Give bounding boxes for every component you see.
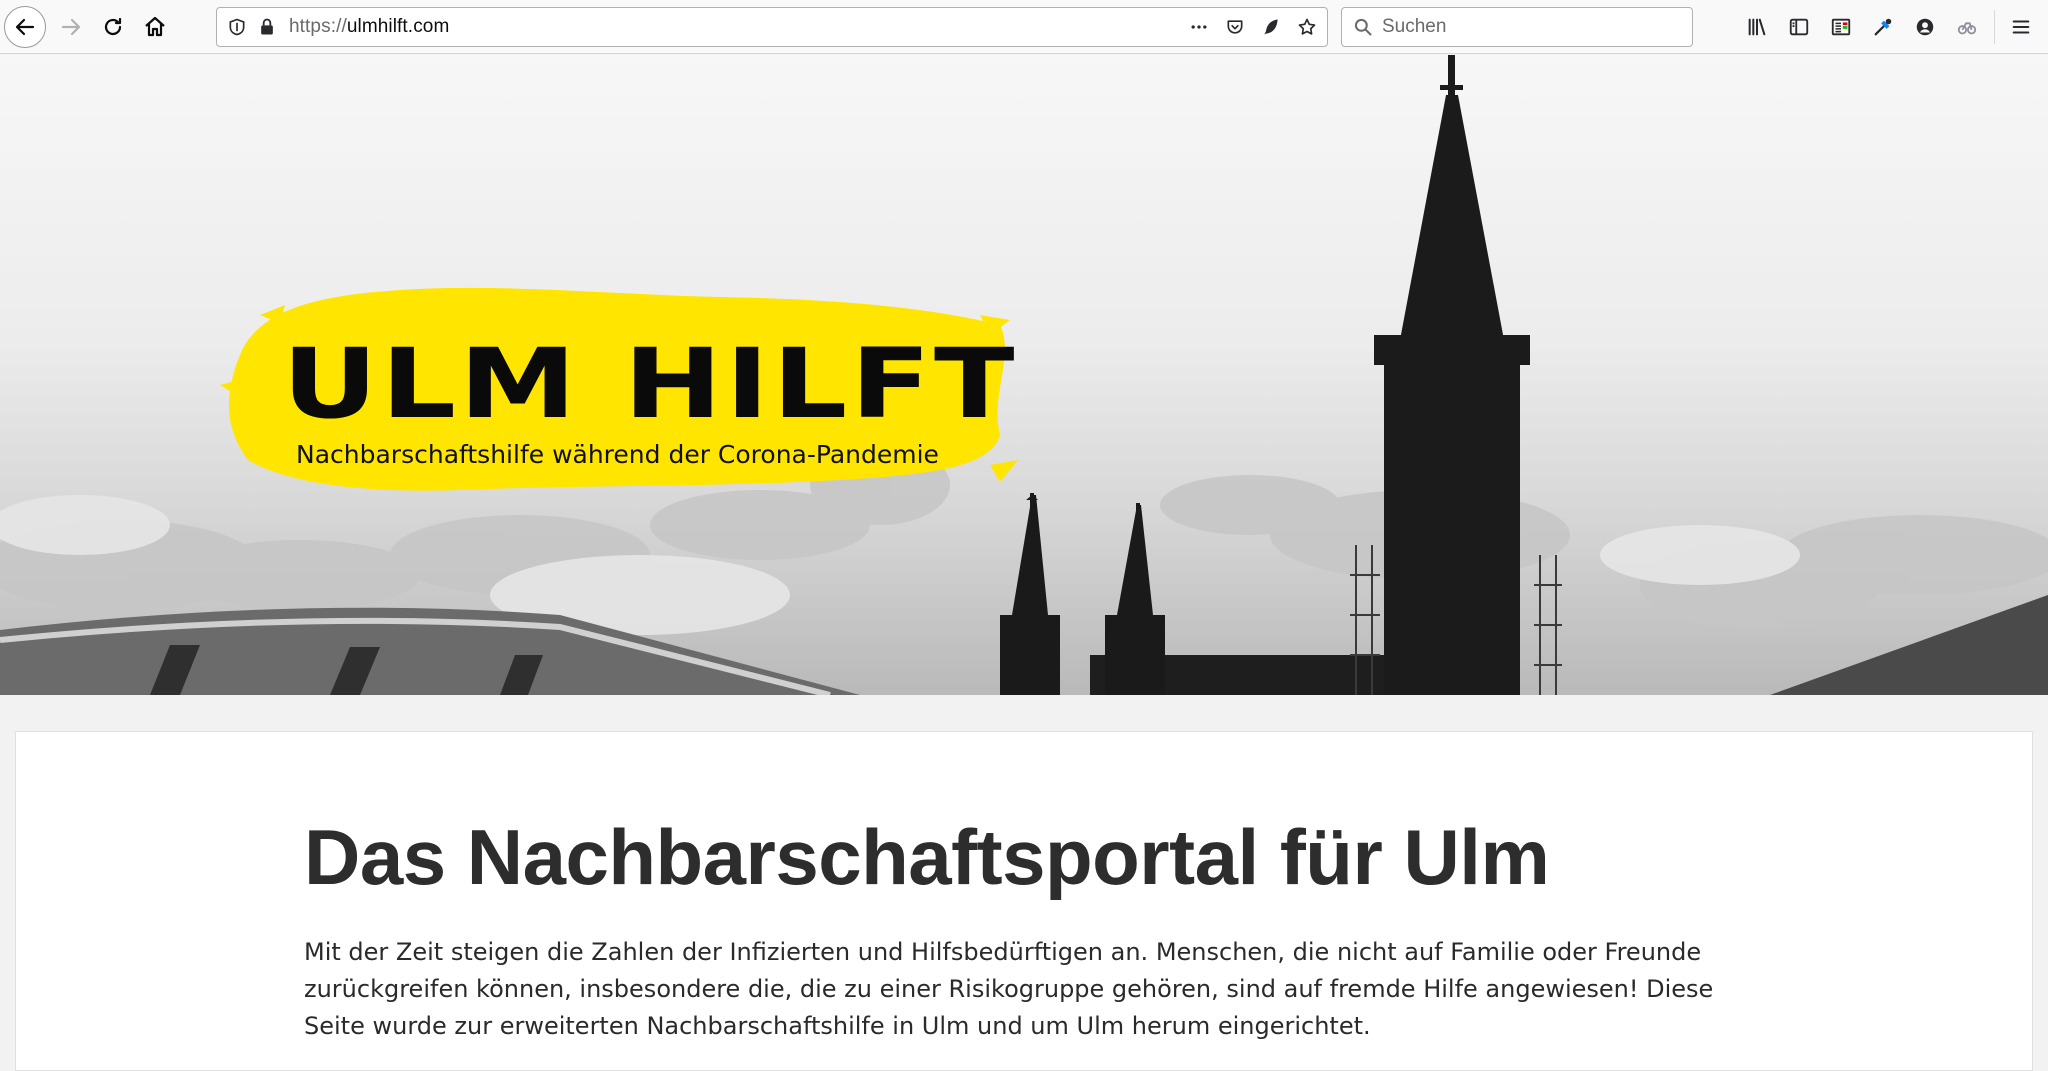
forward-button[interactable]: [50, 6, 92, 48]
more-icon[interactable]: [1185, 13, 1213, 41]
account-icon[interactable]: [1904, 6, 1946, 48]
url-host: ulmhilft.com: [346, 16, 450, 37]
menu-button[interactable]: [2000, 6, 2042, 48]
url-bar[interactable]: https://ulmhilft.com: [216, 7, 1328, 47]
eyedropper-icon[interactable]: [1862, 6, 1904, 48]
toolbar-right-icons: [1736, 6, 1988, 48]
home-icon: [145, 16, 165, 37]
page-title: Das Nachbarschaftsportal für Ulm: [304, 813, 1550, 901]
logo-title: ULM HILFT: [282, 326, 1018, 440]
search-icon: [1350, 14, 1376, 40]
url-text[interactable]: https://ulmhilft.com: [289, 16, 449, 38]
reload-button[interactable]: [92, 6, 134, 48]
feather-icon[interactable]: [1257, 13, 1285, 41]
home-button[interactable]: [134, 6, 176, 48]
content-card: Das Nachbarschaftsportal für Ulm Mit der…: [15, 731, 2033, 1071]
shield-icon[interactable]: [223, 13, 251, 41]
library-icon[interactable]: [1736, 6, 1778, 48]
hamburger-menu-icon: [2012, 20, 2030, 34]
reader-icon[interactable]: [1820, 6, 1862, 48]
url-actions: [1185, 8, 1321, 45]
site-logo[interactable]: ULM HILFT Nachbarschaftshilfe während de…: [200, 235, 1030, 505]
hero-banner: ULM HILFT Nachbarschaftshilfe während de…: [0, 55, 2048, 695]
browser-toolbar: https://ulmhilft.com: [0, 0, 2048, 54]
back-arrow-icon: [15, 18, 35, 36]
search-input[interactable]: [1382, 16, 1682, 38]
back-button[interactable]: [4, 6, 46, 48]
search-bar[interactable]: [1341, 7, 1693, 47]
reload-icon: [104, 17, 122, 36]
pocket-icon[interactable]: [1221, 13, 1249, 41]
logo-subtitle: Nachbarschaftshilfe während der Corona-P…: [296, 440, 939, 469]
toolbar-separator: [1994, 10, 1995, 44]
intro-paragraph: Mit der Zeit steigen die Zahlen der Infi…: [304, 938, 1714, 1040]
url-scheme: https://: [289, 16, 347, 37]
star-icon[interactable]: [1293, 13, 1321, 41]
forward-arrow-icon: [61, 18, 81, 36]
sync-icon[interactable]: [1946, 6, 1988, 48]
sidebar-icon[interactable]: [1778, 6, 1820, 48]
lock-icon[interactable]: [253, 13, 281, 41]
